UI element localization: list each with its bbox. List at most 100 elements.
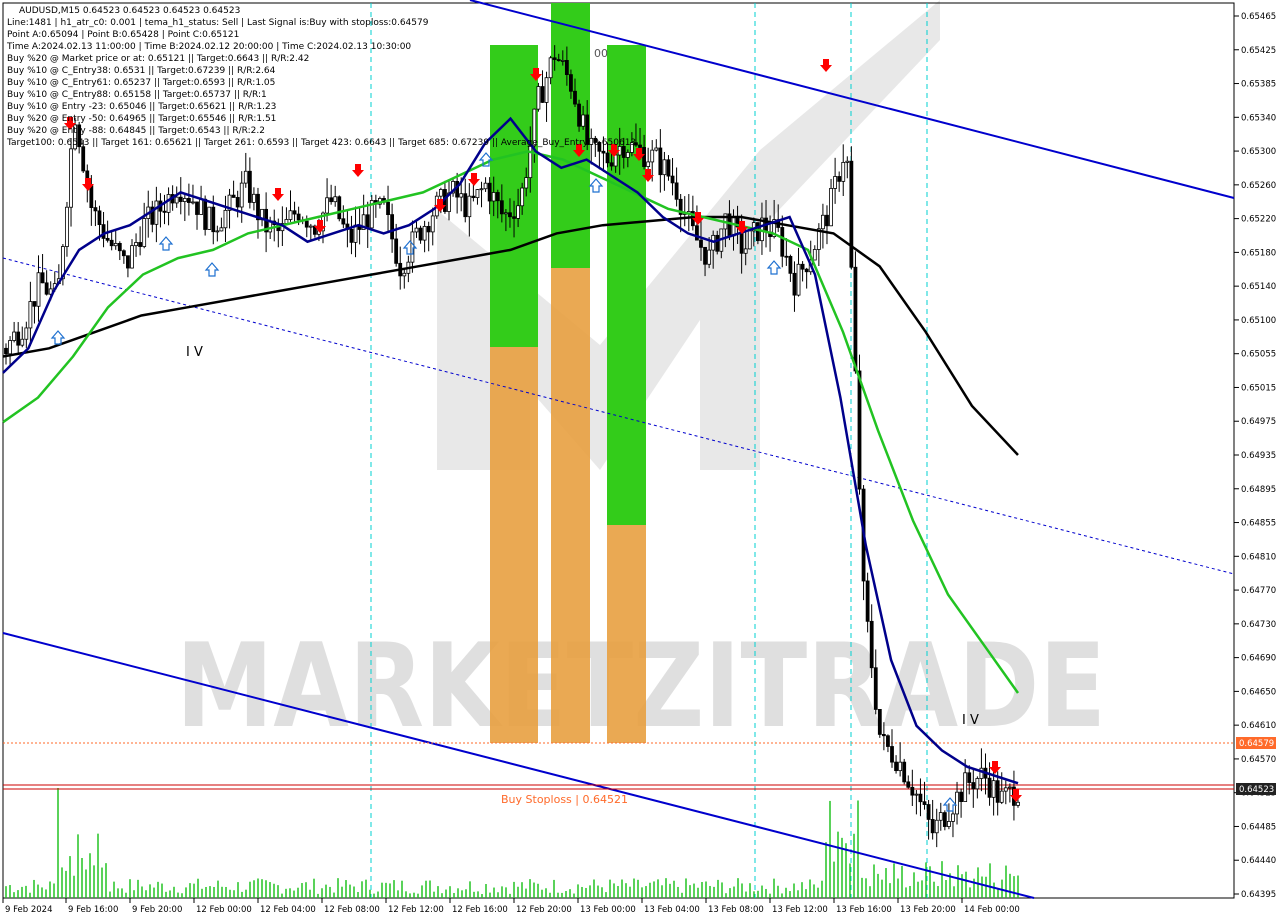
candle-body — [715, 234, 720, 252]
y-tick-label: 0.64975 — [1241, 417, 1276, 427]
candle-body — [162, 210, 167, 213]
candle-body — [857, 370, 862, 490]
candle-body — [995, 780, 1000, 803]
info-line: Buy %10 @ Entry -23: 0.65046 || Target:0… — [7, 102, 276, 112]
zone-orange — [490, 347, 538, 743]
candle-body — [491, 192, 496, 202]
y-tick-label: 0.64610 — [1241, 721, 1276, 731]
candle-body — [780, 227, 785, 257]
candle-body — [890, 746, 894, 763]
candle-body — [942, 812, 947, 827]
candle-body — [841, 161, 846, 182]
candle-body — [556, 59, 561, 62]
info-line: Buy %20 @ Entry -88: 0.64845 || Target:0… — [7, 126, 265, 136]
candle-body — [670, 175, 675, 184]
x-tick-label: 13 Feb 04:00 — [644, 905, 700, 915]
y-tick-label: 0.65425 — [1241, 46, 1276, 56]
candle-body — [646, 161, 651, 167]
candle-body — [20, 338, 25, 346]
x-tick-label: 12 Feb 20:00 — [516, 905, 572, 915]
candle-body — [166, 194, 171, 213]
candle-body — [914, 793, 919, 796]
candle-body — [479, 188, 484, 191]
y-tick-label: 0.65180 — [1241, 248, 1276, 258]
candle-body — [902, 761, 907, 783]
candle-body — [223, 209, 228, 229]
candle-body — [894, 761, 898, 772]
candle-body — [329, 197, 334, 203]
candle-body — [113, 242, 118, 247]
candle-body — [36, 272, 41, 307]
y-tick-label: 0.64770 — [1241, 586, 1276, 596]
candle-body — [438, 189, 443, 197]
candle-body — [12, 331, 17, 341]
candle-body — [853, 266, 858, 372]
candle-body — [658, 147, 663, 176]
candle-body — [337, 196, 342, 220]
candle-body — [548, 57, 553, 79]
candle-body — [154, 200, 159, 225]
candle-body — [195, 201, 199, 215]
candle-body — [642, 147, 646, 167]
candle-body — [544, 77, 549, 103]
candle-body — [613, 154, 618, 167]
candle-body — [938, 812, 943, 821]
info-line: Point A:0.65094 | Point B:0.65428 | Poin… — [7, 30, 239, 40]
y-tick-label: 0.65385 — [1241, 80, 1276, 90]
y-tick-label: 0.64895 — [1241, 485, 1276, 495]
candle-body — [16, 331, 21, 346]
candle-body — [784, 255, 789, 258]
candle-body — [44, 282, 49, 295]
candle-body — [800, 263, 805, 270]
candle-body — [130, 245, 134, 269]
candle-body — [182, 198, 187, 202]
candle-body — [475, 189, 480, 199]
candle-body — [845, 160, 850, 163]
candle-body — [743, 248, 748, 254]
candle-body — [881, 734, 886, 737]
candle-body — [28, 301, 33, 329]
candle-body — [991, 780, 996, 798]
y-tick-label: 0.65140 — [1241, 282, 1276, 292]
y-tick-label: 0.64730 — [1241, 620, 1276, 630]
x-tick-label: 12 Feb 12:00 — [388, 905, 444, 915]
candle-body — [463, 193, 468, 218]
chart-canvas: MARKETZITRADE I V I V 00 Buy Stoploss | … — [2, 0, 1276, 915]
price-tags: 0.64579 0.64523 — [1236, 737, 1276, 795]
time-axis: 9 Feb 2024 9 Feb 16:00 9 Feb 20:00 12 Feb 0… — [2, 898, 1020, 915]
y-tick-label: 0.65015 — [1241, 383, 1276, 393]
candle-body — [24, 327, 29, 340]
candle-body — [699, 239, 703, 248]
candle-body — [971, 782, 976, 790]
wave-label-left: I V — [186, 345, 203, 360]
candle-body — [825, 214, 829, 227]
candle-body — [512, 216, 516, 219]
candle-body — [508, 212, 512, 218]
candle-body — [247, 170, 252, 203]
candle-body — [731, 216, 736, 237]
x-tick-label: 12 Feb 08:00 — [324, 905, 380, 915]
candle-body — [239, 182, 244, 208]
candle-body — [252, 193, 256, 203]
y-tick-label: 0.64395 — [1241, 890, 1276, 900]
candle-body — [243, 170, 248, 184]
info-line: Line:1481 | h1_atr_c0: 0.001 | tema_h1_s… — [7, 18, 429, 28]
x-tick-label: 12 Feb 16:00 — [452, 905, 508, 915]
candle-body — [349, 229, 354, 243]
candle-body — [926, 804, 931, 820]
candle-body — [524, 177, 529, 189]
candle-body — [877, 709, 882, 735]
y-tick-label: 0.64935 — [1241, 451, 1276, 461]
candle-body — [499, 200, 504, 215]
candle-body — [959, 791, 964, 802]
candle-body — [609, 162, 614, 167]
y-tick-label: 0.65300 — [1241, 147, 1276, 157]
candle-body — [975, 778, 980, 790]
price-tag-label: 0.64579 — [1239, 739, 1274, 749]
candle-body — [430, 215, 435, 233]
info-line: AUDUSD,M15 0.64523 0.64523 0.64523 0.645… — [19, 6, 240, 16]
y-tick-label: 0.65100 — [1241, 316, 1276, 326]
candle-body — [564, 60, 569, 76]
candle-body — [638, 144, 642, 148]
candle-body — [747, 230, 752, 250]
